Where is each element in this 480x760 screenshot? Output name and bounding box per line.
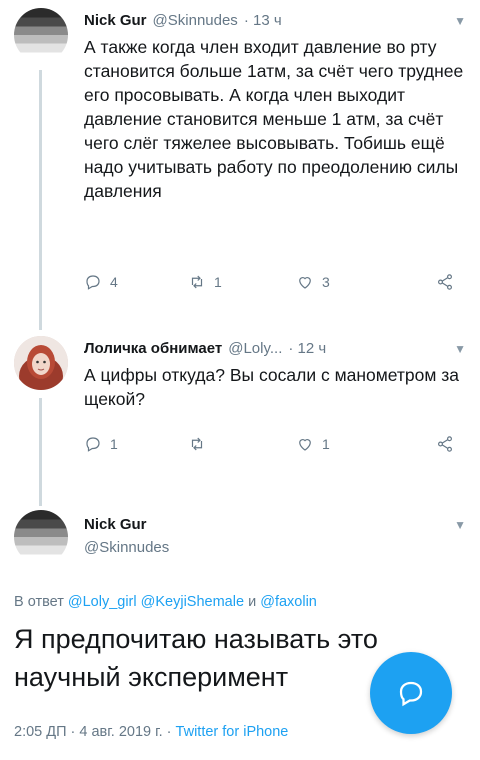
retweet-count: 1 <box>214 274 222 290</box>
like-button[interactable]: 3 <box>296 273 330 291</box>
like-button[interactable]: 1 <box>296 435 330 453</box>
avatar-column <box>14 8 68 62</box>
share-button[interactable] <box>436 435 462 453</box>
reply-and: и <box>248 594 257 610</box>
replying-to: В ответ @Loly_girl @KeyjiShemale и @faxo… <box>14 594 317 610</box>
tweet-2[interactable]: Лоличка обнимает @Loly... · 12 ч ▼ А циф… <box>0 330 480 506</box>
reply-button[interactable]: 4 <box>84 273 118 291</box>
author-handle[interactable]: @Skinnudes <box>153 12 238 29</box>
like-count: 1 <box>322 436 330 452</box>
reply-prefix: В ответ <box>14 594 64 610</box>
tweet-time[interactable]: · 12 ч <box>288 340 326 357</box>
tweet-text: А также когда член входит давление во рт… <box>84 37 464 201</box>
author-handle[interactable]: @Skinnudes <box>84 539 169 556</box>
thread-line <box>39 398 42 506</box>
mention-link[interactable]: @Loly_girl <box>68 594 137 610</box>
author-name-row: Nick Gur <box>84 516 466 533</box>
tweet-time[interactable]: · 13 ч <box>244 12 282 29</box>
tweet-header: Лоличка обнимает @Loly... · 12 ч <box>84 340 466 357</box>
share-icon <box>438 274 452 290</box>
retweet-icon <box>191 437 203 451</box>
like-icon <box>299 439 311 451</box>
compose-icon <box>399 681 423 707</box>
author-handle[interactable]: @Loly... <box>228 340 282 357</box>
reply-icon <box>86 437 100 452</box>
tweet-text: А цифры откуда? Вы сосали с манометром з… <box>84 365 460 409</box>
mention-link[interactable]: @faxolin <box>260 594 317 610</box>
reply-button[interactable]: 1 <box>84 435 118 453</box>
chevron-down-icon[interactable]: ▼ <box>454 342 466 356</box>
avatar[interactable] <box>14 8 68 62</box>
compose-button[interactable] <box>370 652 452 734</box>
avatar[interactable] <box>14 336 68 390</box>
like-icon <box>299 277 311 289</box>
retweet-button[interactable] <box>188 435 214 453</box>
author-name[interactable]: Лоличка обнимает <box>84 340 222 357</box>
share-icon <box>438 436 452 452</box>
tweet-timestamp: 2:05 ДП · 4 авг. 2019 г. · Twitter for i… <box>14 724 288 740</box>
avatar-column <box>14 336 68 390</box>
reply-count: 4 <box>110 274 118 290</box>
tweet-1[interactable]: Nick Gur @Skinnudes · 13 ч ▼ А также ког… <box>0 0 480 330</box>
thread-line <box>39 70 42 330</box>
client-link[interactable]: Twitter for iPhone <box>176 724 289 740</box>
avatar-column <box>14 510 68 564</box>
chevron-down-icon[interactable]: ▼ <box>454 518 466 532</box>
avatar[interactable] <box>14 510 68 564</box>
tweet-header: Nick Gur @Skinnudes · 13 ч <box>84 12 466 29</box>
timestamp-text: 2:05 ДП · 4 авг. 2019 г. · <box>14 724 176 740</box>
author-name[interactable]: Nick Gur <box>84 12 147 29</box>
chevron-down-icon[interactable]: ▼ <box>454 14 466 28</box>
reply-count: 1 <box>110 436 118 452</box>
like-count: 3 <box>322 274 330 290</box>
reply-icon <box>86 275 100 290</box>
share-button[interactable] <box>436 273 462 291</box>
retweet-button[interactable]: 1 <box>188 273 222 291</box>
retweet-icon <box>191 275 203 289</box>
mention-link[interactable]: @KeyjiShemale <box>141 594 244 610</box>
author-name[interactable]: Nick Gur <box>84 516 147 533</box>
